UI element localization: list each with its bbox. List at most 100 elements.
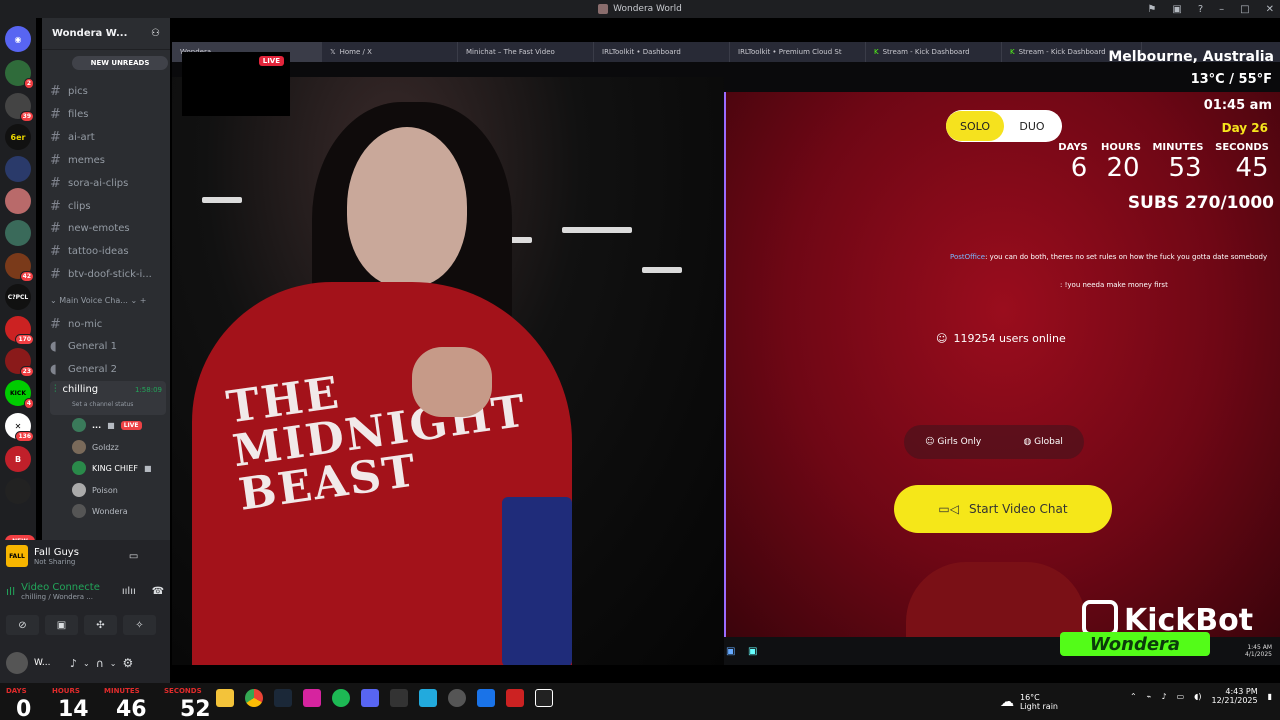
screen-share-button[interactable]: ▣ [45,615,78,635]
server-icon[interactable]: ✕ 136 [5,413,34,442]
camera-off-button[interactable]: ⊘ [6,615,39,635]
avatar[interactable] [6,652,28,674]
hash-icon: # [50,220,61,236]
file-explorer-icon[interactable] [216,689,234,707]
channel-item[interactable]: # new-emotes [50,218,166,238]
voice-channel-item[interactable]: ◖ General 2 [50,359,166,379]
activity-game[interactable]: FALL Fall Guys Not Sharing ▭ [6,545,138,567]
app-icon[interactable] [419,689,437,707]
inbox-icon[interactable]: ⚑ [1147,4,1156,15]
time-label: 01:45 am [1203,98,1272,113]
voice-user[interactable]: KING CHIEF ■ [72,458,168,478]
share-screen-icon[interactable]: ▭ [129,551,138,562]
countdown-label: SECONDS [1215,142,1269,153]
title-bar: Wondera World ⚑ ▣ ? – □ ✕ [0,0,1280,18]
server-icon[interactable]: 23 [5,348,34,377]
minimize-button[interactable]: – [1219,4,1224,15]
volume-icon[interactable]: ◖) [1194,692,1201,701]
microphone-icon[interactable]: ♪ [1161,692,1166,701]
voice-user[interactable]: Goldzz [72,437,168,457]
soundboard-button[interactable]: ✧ [123,615,156,635]
countdown-label: MINUTES [1152,142,1204,153]
chrome-icon[interactable] [245,689,263,707]
server-icon[interactable]: B [5,446,31,472]
channel-status[interactable]: Set a channel status [72,401,133,408]
steam-icon[interactable] [274,689,292,707]
spotify-icon[interactable] [332,689,350,707]
screen-icon[interactable]: ▣ [1172,4,1181,15]
notification-icon[interactable]: ▮ [1268,692,1272,701]
server-icon[interactable]: 170 [5,316,34,345]
app-icon[interactable] [506,689,524,707]
channel-item[interactable]: # clips [50,196,166,216]
app-icon[interactable] [448,689,466,707]
location-label: Melbourne, Australia [1108,49,1274,65]
kick-server-icon[interactable]: KICK 4 [5,380,34,409]
display-icon[interactable]: ▭ [1177,692,1185,701]
browser-tab[interactable]: IRLToolkit • Premium Cloud St [730,42,866,62]
browser-tab[interactable]: IRLToolkit • Dashboard [594,42,730,62]
users-online: ☺ 119254 users online [936,332,1066,345]
browser-tab[interactable]: K Stream - Kick Dashboard [866,42,1002,62]
server-icon[interactable] [5,220,31,246]
maximize-button[interactable]: □ [1240,4,1249,15]
app-icon[interactable] [390,689,408,707]
headphones-icon[interactable]: ∩ [96,657,104,670]
partner-video-feed: THE MIDNIGHT BEAST [172,77,724,665]
server-icon[interactable] [5,478,31,504]
cloud-rain-icon: ☁ [1000,694,1014,710]
voice-channel-item[interactable]: ◖ General 1 [50,336,166,356]
channel-item[interactable]: # files [50,104,166,124]
server-icon[interactable] [5,188,31,214]
chevron-up-icon[interactable]: ⌃ [1130,692,1137,701]
browser-tab[interactable]: Minichat – The Fast Video [458,42,594,62]
server-icon[interactable]: 6er [5,124,31,150]
channel-item[interactable]: # pics [50,81,166,101]
channel-item[interactable]: # btv-doof-stick-i... [50,264,166,284]
voice-user[interactable]: ... ■ LIVE [72,415,168,435]
discord-icon[interactable] [361,689,379,707]
disconnect-icon[interactable]: ☎ [152,586,164,597]
chevron-down-icon[interactable]: ⌄ [83,659,90,668]
channel-item[interactable]: # no-mic [50,314,166,334]
channel-item[interactable]: # tattoo-ideas [50,241,166,261]
solo-option[interactable]: SOLO [946,111,1004,141]
server-icon[interactable]: C?PCL [5,284,31,310]
new-unreads-pill[interactable]: NEW UNREADS [72,56,168,70]
server-icon[interactable]: 2 [5,60,34,89]
channel-item[interactable]: # memes [50,150,166,170]
help-icon[interactable]: ? [1198,4,1203,15]
settings-gear-icon[interactable]: ⚙ [123,656,134,670]
channel-item[interactable]: # sora-ai-clips [50,173,166,193]
server-icon[interactable]: 42 [5,253,34,282]
guild-header[interactable]: Wondera W... ⚇ [42,18,170,50]
server-icon[interactable] [5,156,31,182]
weather-widget[interactable]: ☁ 16°C Light rain [1000,693,1058,711]
server-icon[interactable]: 39 [5,93,34,122]
add-user-icon[interactable]: ⚇ [151,28,160,39]
close-button[interactable]: ✕ [1266,4,1274,15]
voice-user[interactable]: Poison [72,480,168,500]
chevron-down-icon[interactable]: ⌄ [110,659,117,668]
activities-button[interactable]: ✣ [84,615,117,635]
system-tray: ⌃ ⌁ ♪ ▭ ◖) 4:43 PM 12/21/2025 ▮ [1130,687,1272,705]
global-option[interactable]: ◍ Global [1023,437,1062,447]
epic-games-icon[interactable] [535,689,553,707]
voice-user[interactable]: Wondera [72,501,168,521]
channel-item[interactable]: # ai-art [50,127,166,147]
noise-suppression-icon[interactable]: ıılıı [122,586,136,597]
microphone-icon[interactable]: ♪ [70,657,77,670]
girls-only-option[interactable]: ☺ Girls Only [925,437,981,447]
voice-category[interactable]: ⌄ Main Voice Cha... ⌄ + [50,296,146,305]
kick-icon: K [874,48,879,56]
network-icon[interactable]: ⌁ [1147,692,1152,701]
start-video-chat-button[interactable]: ▭◁ Start Video Chat [894,485,1112,533]
discord-home-icon[interactable]: ◉ [5,26,31,52]
clock[interactable]: 4:43 PM 12/21/2025 [1211,687,1257,705]
hash-icon: # [50,316,61,332]
app-icon[interactable] [477,689,495,707]
instagram-icon[interactable] [303,689,321,707]
stream-overlay: Melbourne, Australia 13°C / 55°F 01:45 a… [1040,45,1280,225]
active-voice-channel[interactable]: ⫶ chilling 1:58:09 Set a channel status [50,381,166,415]
browser-tab[interactable]: 𝕏 Home / X [322,42,458,62]
